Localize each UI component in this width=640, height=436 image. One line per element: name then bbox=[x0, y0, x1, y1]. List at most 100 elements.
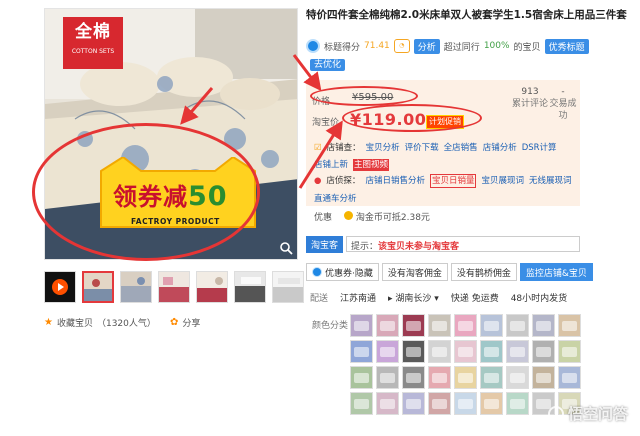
annotation-ring-new-price bbox=[342, 104, 482, 132]
tip-text: 该宝贝未参与淘宝客 bbox=[378, 242, 460, 252]
color-swatch[interactable] bbox=[350, 340, 373, 363]
tool-item-exposure-words[interactable]: 宝贝展现词 bbox=[481, 175, 524, 187]
color-swatch[interactable] bbox=[428, 392, 451, 415]
thumbnail-3[interactable] bbox=[158, 271, 190, 303]
tool-item-ztc-analysis[interactable]: 直通车分析 bbox=[314, 193, 357, 205]
promo-text: 淘金币可抵2.38元 bbox=[355, 213, 430, 223]
peer-percent: 100% bbox=[483, 41, 510, 51]
tool-item-store-sales[interactable]: 全店销售 bbox=[444, 142, 478, 154]
tool-item-review-download[interactable]: 评价下载 bbox=[405, 142, 439, 154]
thumbnail-4[interactable] bbox=[196, 271, 228, 303]
share-label: 分享 bbox=[182, 319, 201, 329]
color-swatch[interactable] bbox=[454, 392, 477, 415]
color-swatch[interactable] bbox=[480, 366, 503, 389]
color-swatch[interactable] bbox=[428, 314, 451, 337]
peer-suffix: 的宝贝 bbox=[513, 42, 541, 53]
tab-hidden-coupon[interactable]: 优惠券·隐藏 bbox=[306, 263, 379, 281]
thumbnail-2[interactable] bbox=[120, 271, 152, 303]
tool-item-daily-sales[interactable]: 店铺日销售分析 bbox=[365, 175, 425, 187]
zoom-icon[interactable] bbox=[279, 241, 293, 255]
analyze-button[interactable]: 分析 bbox=[413, 38, 440, 54]
excellent-title-button[interactable]: 优秀标题 bbox=[544, 38, 589, 54]
color-swatch[interactable] bbox=[480, 340, 503, 363]
color-swatch[interactable] bbox=[428, 340, 451, 363]
annotation-ring-coupon bbox=[32, 123, 260, 261]
color-swatch[interactable] bbox=[532, 340, 555, 363]
sales-count: - bbox=[561, 87, 565, 97]
color-swatch[interactable] bbox=[350, 366, 373, 389]
color-swatch[interactable] bbox=[454, 314, 477, 337]
badge-subtitle: COTTON SETS bbox=[71, 48, 115, 55]
plugin-tabs: 优惠券·隐藏 没有淘客佣金 没有鹊桥佣金 监控店铺&宝贝 bbox=[306, 263, 596, 281]
reviews-stat[interactable]: 913 累计评论 bbox=[512, 86, 548, 110]
watermark-text: 悟空问答 bbox=[567, 405, 628, 423]
thumbnail-strip bbox=[44, 271, 304, 303]
color-swatch[interactable] bbox=[558, 340, 581, 363]
detective-prefix: 店侦探： bbox=[326, 176, 361, 186]
plugin-logo-icon bbox=[306, 39, 320, 53]
color-swatch[interactable] bbox=[558, 314, 581, 337]
color-swatch[interactable] bbox=[402, 340, 425, 363]
main-video-tag[interactable]: 主图视频 bbox=[353, 159, 390, 171]
tool-item-new-items[interactable]: 店铺上新 bbox=[314, 159, 348, 171]
shipping-row: 配送 江苏南通 ▸ 湖南长沙 ▾ 快递 免运费 48小时内发货 bbox=[310, 291, 567, 304]
thumbnail-1[interactable] bbox=[82, 271, 114, 303]
color-swatch[interactable] bbox=[428, 366, 451, 389]
ship-time: 48小时内发货 bbox=[510, 294, 568, 304]
color-swatch[interactable] bbox=[402, 392, 425, 415]
color-swatch[interactable] bbox=[350, 392, 373, 415]
color-swatch[interactable] bbox=[506, 314, 529, 337]
color-swatch[interactable] bbox=[506, 340, 529, 363]
color-swatch[interactable] bbox=[376, 392, 399, 415]
tool-item-daily-volume[interactable]: 宝贝日销量 bbox=[429, 174, 477, 188]
price-panel: 价格 ¥595.00 913 累计评论 - 交易成功 淘宝价 ¥119.00 计… bbox=[306, 80, 580, 223]
color-swatch[interactable] bbox=[350, 314, 373, 337]
color-swatch[interactable] bbox=[480, 314, 503, 337]
share-button[interactable]: ✿ 分享 bbox=[170, 316, 200, 329]
shop-tools-prefix: 店铺查： bbox=[326, 143, 361, 153]
color-swatch[interactable] bbox=[402, 366, 425, 389]
tip-prefix: 提示： bbox=[351, 242, 379, 252]
tool-item-analysis[interactable]: 宝贝分析 bbox=[366, 142, 400, 154]
gauge-icon: ◔ bbox=[393, 39, 410, 53]
coin-icon bbox=[344, 211, 354, 220]
score-value: 71.41 bbox=[364, 41, 390, 51]
thumbnail-6[interactable] bbox=[272, 271, 304, 303]
check-icon: ☑ bbox=[314, 143, 322, 153]
plugin-logo-icon bbox=[312, 267, 322, 277]
tool-item-dsr[interactable]: DSR计算 bbox=[522, 142, 557, 154]
optimize-button[interactable]: 去优化 bbox=[310, 59, 346, 71]
tool-item-wireless-words[interactable]: 无线展现词 bbox=[529, 175, 572, 187]
cotton-badge: 全棉 COTTON SETS bbox=[63, 17, 123, 69]
play-icon bbox=[52, 279, 68, 295]
video-thumbnail[interactable] bbox=[44, 271, 76, 303]
color-swatch[interactable] bbox=[402, 314, 425, 337]
color-swatch[interactable] bbox=[532, 366, 555, 389]
tab-no-queqiao[interactable]: 没有鹊桥佣金 bbox=[450, 263, 517, 281]
color-swatch[interactable] bbox=[376, 366, 399, 389]
promo-label: 优惠 bbox=[314, 213, 333, 223]
color-swatch[interactable] bbox=[506, 392, 529, 415]
tab-no-commission[interactable]: 没有淘客佣金 bbox=[381, 263, 448, 281]
wukong-logo-icon bbox=[547, 405, 564, 422]
tool-item-store-analysis[interactable]: 店铺分析 bbox=[483, 142, 517, 154]
thumbnail-5[interactable] bbox=[234, 271, 266, 303]
favorite-button[interactable]: ★ 收藏宝贝 （1320人气） bbox=[44, 316, 156, 329]
color-swatch-grid bbox=[350, 314, 588, 415]
share-icon: ✿ bbox=[170, 317, 179, 328]
color-swatch[interactable] bbox=[506, 366, 529, 389]
peer-text: 超过同行 bbox=[443, 42, 480, 53]
color-swatch[interactable] bbox=[558, 366, 581, 389]
favorite-label: 收藏宝贝 bbox=[56, 319, 93, 329]
color-swatch[interactable] bbox=[376, 314, 399, 337]
color-swatch[interactable] bbox=[532, 314, 555, 337]
tab-monitor[interactable]: 监控店铺&宝贝 bbox=[519, 263, 593, 281]
taobaoke-tag[interactable]: 淘宝客 bbox=[306, 236, 344, 253]
color-swatch[interactable] bbox=[454, 340, 477, 363]
ship-to[interactable]: ▸ 湖南长沙 ▾ bbox=[388, 291, 439, 304]
color-swatch[interactable] bbox=[480, 392, 503, 415]
shipping-label: 配送 bbox=[310, 294, 329, 304]
color-swatch[interactable] bbox=[454, 366, 477, 389]
color-swatch[interactable] bbox=[376, 340, 399, 363]
title-score-row: 标题得分 71.41 ◔ 分析 超过同行 100% 的宝贝 优秀标题 bbox=[306, 38, 636, 54]
